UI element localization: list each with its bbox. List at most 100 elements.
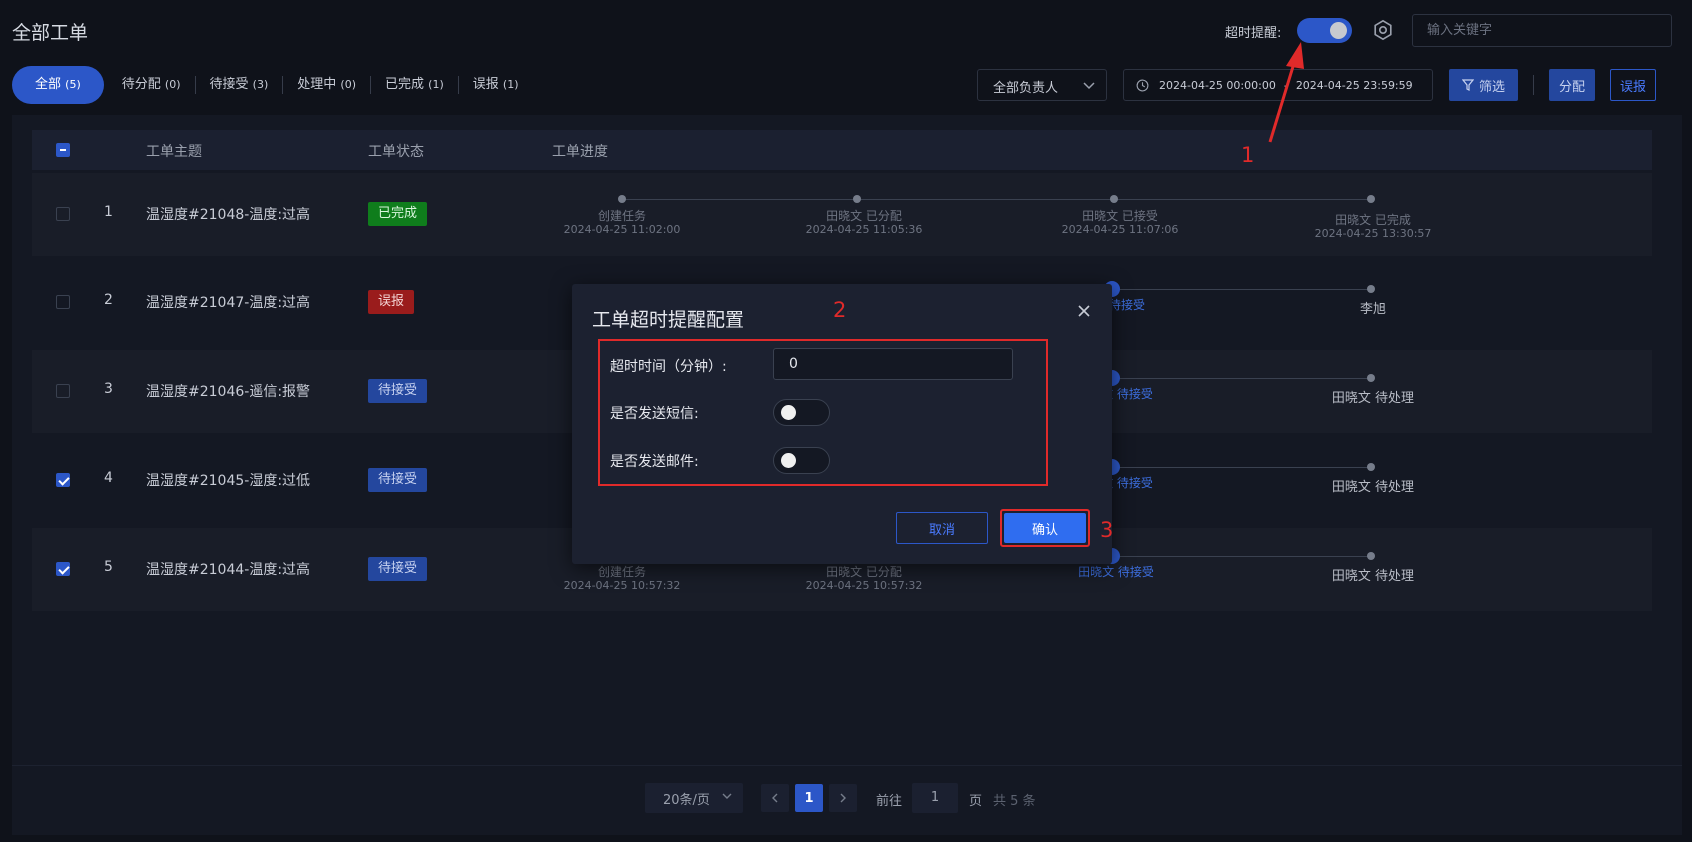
next-page-button[interactable] bbox=[829, 784, 857, 812]
send-email-toggle[interactable] bbox=[773, 447, 830, 474]
progress-track bbox=[1112, 556, 1370, 557]
row-subject[interactable]: 温湿度#21046-遥信:报警 bbox=[146, 381, 310, 401]
tab-count: (0) bbox=[164, 78, 181, 91]
step-who: 待接受 bbox=[1108, 298, 1146, 312]
row-checkbox[interactable] bbox=[56, 207, 70, 221]
tab-all[interactable]: 全部 (5) bbox=[12, 66, 104, 104]
row-subject[interactable]: 温湿度#21044-温度:过高 bbox=[146, 559, 310, 579]
tab-count: (0) bbox=[340, 78, 356, 91]
progress-step: 待接受 bbox=[1109, 299, 1145, 312]
tab-label: 已完成 bbox=[385, 77, 425, 92]
progress-dot bbox=[1110, 195, 1118, 203]
goto-page-input[interactable]: 1 bbox=[912, 783, 958, 813]
chevron-down-icon bbox=[722, 793, 732, 799]
date-start[interactable]: 2024-04-25 00:00:00 bbox=[1159, 79, 1276, 92]
tab-count: (1) bbox=[502, 78, 519, 91]
date-end[interactable]: 2024-04-25 23:59:59 bbox=[1296, 79, 1413, 92]
status-tabs: 全部 (5) 待分配 (0) 待接受 (3) 处理中 (0) 已完成 (1) 误… bbox=[12, 66, 533, 104]
owner-select-value: 全部负责人 bbox=[993, 81, 1059, 96]
step-who: 田晓文 待处理 bbox=[1331, 480, 1415, 495]
select-all-checkbox[interactable] bbox=[56, 143, 70, 157]
chevron-left-icon bbox=[772, 793, 778, 803]
row-index: 3 bbox=[104, 381, 113, 397]
clock-icon bbox=[1136, 79, 1149, 91]
progress-step: 李旭 bbox=[1360, 303, 1386, 316]
row-index: 2 bbox=[104, 292, 113, 308]
close-icon[interactable] bbox=[1075, 302, 1093, 320]
search-input[interactable] bbox=[1412, 14, 1672, 47]
date-range-picker[interactable]: 2024-04-25 00:00:00 - 2024-04-25 23:59:5… bbox=[1123, 69, 1433, 101]
step-who: 田晓文 已分配 bbox=[826, 209, 902, 223]
timeout-config-dialog: 工单超时提醒配置 超时时间（分钟）: 是否发送短信: 是否发送邮件: 取消 确认 bbox=[572, 284, 1112, 564]
progress-step: 田晓文 已完成 2024-04-25 13:30:57 bbox=[1315, 214, 1432, 241]
progress-dot bbox=[853, 195, 861, 203]
timeout-minutes-input[interactable] bbox=[773, 348, 1013, 380]
gear-icon[interactable] bbox=[1372, 19, 1394, 41]
step-who: 田晓文 已分配 bbox=[826, 565, 902, 579]
progress-step: 田晓文 已接受 2024-04-25 11:07:06 bbox=[1061, 210, 1179, 237]
tab-completed[interactable]: 已完成 (1) bbox=[371, 76, 459, 94]
status-badge: 待接受 bbox=[368, 468, 428, 492]
step-time: 2024-04-25 10:57:32 bbox=[563, 579, 681, 592]
progress-dot bbox=[618, 195, 626, 203]
toggle-knob bbox=[781, 453, 796, 468]
assign-button[interactable]: 分配 bbox=[1549, 69, 1595, 101]
progress-step: 创建任务 2024-04-25 11:02:00 bbox=[563, 210, 681, 237]
filter-label: 筛选 bbox=[1478, 79, 1505, 95]
row-subject[interactable]: 温湿度#21045-湿度:过低 bbox=[146, 470, 310, 490]
tab-false-report[interactable]: 误报 (1) bbox=[459, 76, 533, 94]
filter-icon bbox=[1461, 79, 1474, 91]
chevron-down-icon bbox=[1083, 82, 1095, 90]
step-who: 李旭 bbox=[1359, 302, 1387, 317]
progress-track bbox=[1112, 378, 1370, 379]
step-time: 2024-04-25 11:07:06 bbox=[1061, 223, 1179, 236]
page-number-button[interactable]: 1 bbox=[795, 784, 823, 812]
toolbar-divider bbox=[1533, 75, 1534, 95]
row-subject[interactable]: 温湿度#21048-温度:过高 bbox=[146, 204, 310, 224]
step-time: 2024-04-25 11:05:36 bbox=[805, 223, 923, 236]
table-header: 工单主题 工单状态 工单进度 bbox=[32, 130, 1652, 170]
row-checkbox[interactable] bbox=[56, 384, 70, 398]
row-checkbox[interactable] bbox=[56, 295, 70, 309]
row-checkbox[interactable] bbox=[56, 562, 70, 576]
progress-dot bbox=[1367, 374, 1375, 382]
chevron-right-icon bbox=[840, 793, 846, 803]
false-report-button[interactable]: 误报 bbox=[1610, 69, 1656, 101]
page-size-select[interactable]: 20条/页 bbox=[645, 783, 743, 813]
progress-step: 田晓文 已分配 2024-04-25 11:05:36 bbox=[805, 209, 923, 237]
prev-page-button[interactable] bbox=[761, 784, 789, 812]
timeout-reminder-label: 超时提醒: bbox=[1225, 26, 1282, 41]
cancel-button[interactable]: 取消 bbox=[896, 512, 988, 544]
tab-processing[interactable]: 处理中 (0) bbox=[283, 76, 371, 94]
filter-button[interactable]: 筛选 bbox=[1449, 69, 1518, 101]
tab-label: 待分配 bbox=[121, 77, 161, 92]
timeout-reminder-toggle[interactable] bbox=[1297, 18, 1352, 43]
tab-pending-assign[interactable]: 待分配 (0) bbox=[108, 76, 196, 94]
row-subject[interactable]: 温湿度#21047-温度:过高 bbox=[146, 292, 310, 312]
send-sms-toggle[interactable] bbox=[773, 399, 830, 426]
dialog-title: 工单超时提醒配置 bbox=[592, 309, 745, 331]
progress-step: 田晓文 待处理 bbox=[1332, 481, 1414, 494]
tab-label: 误报 bbox=[472, 77, 499, 92]
table-row[interactable]: 1 温湿度#21048-温度:过高 已完成 创建任务 2024-04-25 11:… bbox=[32, 173, 1652, 256]
status-badge: 误报 bbox=[368, 290, 415, 314]
tab-count: (1) bbox=[428, 78, 444, 91]
row-index: 1 bbox=[104, 204, 113, 220]
progress-track bbox=[1112, 467, 1370, 468]
tab-pending-accept[interactable]: 待接受 (3) bbox=[196, 76, 284, 94]
timeout-minutes-label: 超时时间（分钟）: bbox=[610, 359, 727, 375]
column-progress: 工单进度 bbox=[552, 144, 608, 160]
page-suffix: 页 bbox=[969, 794, 983, 809]
toggle-knob bbox=[781, 405, 796, 420]
row-checkbox[interactable] bbox=[56, 473, 70, 487]
owner-select[interactable]: 全部负责人 bbox=[977, 69, 1107, 101]
progress-track bbox=[1112, 289, 1370, 290]
row-index: 5 bbox=[104, 559, 113, 575]
progress-step: 创建任务 2024-04-25 10:57:32 bbox=[563, 566, 681, 593]
step-time: 2024-04-25 11:02:00 bbox=[563, 223, 681, 236]
step-who: 田晓文 待处理 bbox=[1331, 391, 1415, 406]
confirm-button[interactable]: 确认 bbox=[1004, 513, 1086, 543]
tab-count: (5) bbox=[65, 78, 81, 91]
progress-step: 田晓文 待接受 bbox=[1078, 566, 1154, 579]
progress-dot bbox=[1367, 463, 1375, 471]
